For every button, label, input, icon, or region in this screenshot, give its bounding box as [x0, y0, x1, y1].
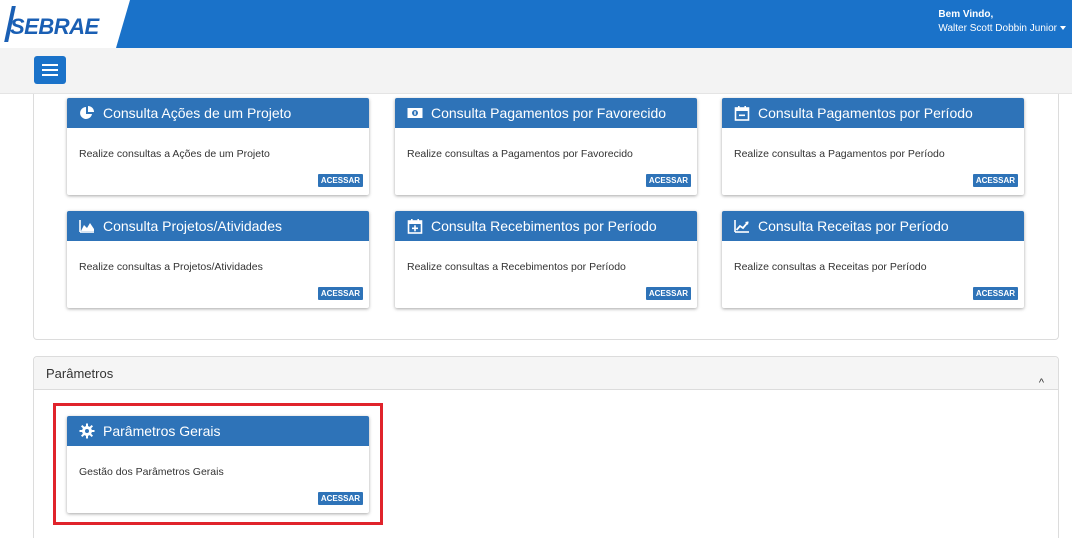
calendar-minus-icon — [734, 106, 750, 121]
pie-chart-icon — [80, 106, 94, 119]
card-pagamentos-periodo: Consulta Pagamentos por Período Realize … — [722, 98, 1024, 195]
card-header: Consulta Recebimentos por Período — [395, 211, 697, 241]
card-receitas-periodo: Consulta Receitas por Período Realize co… — [722, 211, 1024, 308]
acessar-button[interactable]: ACESSAR — [317, 287, 363, 300]
hamburger-menu-button[interactable] — [34, 56, 66, 84]
area-chart-icon — [79, 220, 94, 233]
card-header: Consulta Receitas por Período — [722, 211, 1024, 241]
logo-text: SEBRAE — [10, 14, 99, 39]
card-pagamentos-favorecido: Consulta Pagamentos por Favorecido Reali… — [395, 98, 697, 195]
acessar-button[interactable]: ACESSAR — [972, 174, 1018, 187]
money-icon — [407, 108, 423, 118]
sebrae-logo[interactable]: SEBRAE — [0, 0, 130, 48]
card-title: Consulta Ações de um Projeto — [103, 105, 292, 121]
card-description: Realize consultas a Projetos/Atividades — [79, 261, 263, 273]
card-description: Realize consultas a Pagamentos por Perío… — [734, 148, 945, 160]
card-recebimentos-periodo: Consulta Recebimentos por Período Realiz… — [395, 211, 697, 308]
card-title: Consulta Projetos/Atividades — [103, 218, 282, 234]
card-consulta-acoes: Consulta Ações de um Projeto Realize con… — [67, 98, 369, 195]
greeting-text: Bem Vindo, — [938, 9, 994, 20]
card-title: Consulta Pagamentos por Favorecido — [431, 105, 667, 121]
highlight-box — [53, 403, 383, 525]
caret-down-icon — [1060, 26, 1066, 31]
user-menu[interactable]: Bem Vindo, Walter Scott Dobbin Junior — [938, 8, 1066, 36]
top-header: SEBRAE Bem Vindo, Walter Scott Dobbin Ju… — [0, 0, 1072, 48]
acessar-button[interactable]: ACESSAR — [317, 174, 363, 187]
card-header: Consulta Projetos/Atividades — [67, 211, 369, 241]
toolbar — [0, 48, 1072, 94]
calendar-plus-icon — [407, 219, 423, 234]
card-description: Realize consultas a Pagamentos por Favor… — [407, 148, 633, 160]
card-header: Consulta Pagamentos por Período — [722, 98, 1024, 128]
card-description: Realize consultas a Receitas por Período — [734, 261, 927, 273]
card-projetos-atividades: Consulta Projetos/Atividades Realize con… — [67, 211, 369, 308]
acessar-button[interactable]: ACESSAR — [972, 287, 1018, 300]
card-title: Consulta Pagamentos por Período — [758, 105, 973, 121]
user-name: Walter Scott Dobbin Junior — [938, 23, 1057, 34]
acessar-button[interactable]: ACESSAR — [645, 287, 691, 300]
chevron-up-icon[interactable]: ^ — [1039, 367, 1044, 400]
card-header: Consulta Ações de um Projeto — [67, 98, 369, 128]
card-title: Consulta Recebimentos por Período — [431, 218, 657, 234]
acessar-button[interactable]: ACESSAR — [645, 174, 691, 187]
section-title: Parâmetros — [46, 366, 114, 381]
card-description: Realize consultas a Recebimentos por Per… — [407, 261, 626, 273]
parametros-panel-header[interactable]: Parâmetros ^ — [34, 357, 1058, 390]
card-description: Realize consultas a Ações de um Projeto — [79, 148, 270, 160]
card-title: Consulta Receitas por Período — [758, 218, 949, 234]
card-header: Consulta Pagamentos por Favorecido — [395, 98, 697, 128]
line-chart-icon — [734, 220, 749, 233]
